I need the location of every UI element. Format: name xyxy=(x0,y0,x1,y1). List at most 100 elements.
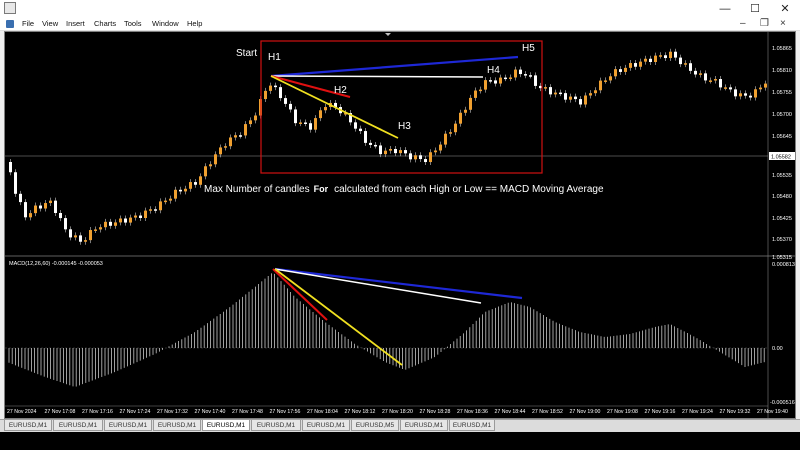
menu-insert[interactable]: Insert xyxy=(64,18,87,30)
close-button[interactable]: ✕ xyxy=(770,0,800,18)
candle xyxy=(744,93,747,96)
chart-window[interactable]: Start H1 H2 H3 H4 H5 Max Number of candl… xyxy=(4,31,796,419)
time-tick: 27 Nov 19:40 xyxy=(757,409,788,415)
menu-file[interactable]: File xyxy=(20,18,36,30)
mdi-restore-button[interactable]: ❐ xyxy=(760,18,769,29)
trendline-blue-price[interactable] xyxy=(270,55,519,78)
price-tick: 1.05425 xyxy=(772,216,792,222)
price-chart[interactable]: Start H1 H2 H3 H4 H5 Max Number of candl… xyxy=(5,32,795,418)
trendline-blue-macd[interactable] xyxy=(274,267,523,300)
candle xyxy=(524,74,527,76)
candle xyxy=(184,188,187,192)
candle xyxy=(144,210,147,218)
candle xyxy=(214,154,217,165)
candle xyxy=(134,215,137,218)
time-tick: 27 Nov 17:24 xyxy=(120,409,151,415)
h2-label: H2 xyxy=(334,85,347,96)
status-strip xyxy=(0,432,800,450)
candle xyxy=(159,201,162,211)
candle xyxy=(299,122,302,124)
chart-tab[interactable]: EURUSD,M1 xyxy=(251,420,301,431)
candle xyxy=(459,112,462,124)
caption-post: calculated from each High or Low == MACD… xyxy=(334,184,604,195)
candle xyxy=(554,92,557,95)
h5-label: H5 xyxy=(522,43,535,54)
menu-tools[interactable]: Tools xyxy=(122,18,144,30)
menu-charts[interactable]: Charts xyxy=(92,18,118,30)
candle xyxy=(544,87,547,89)
menu-bar: File View Insert Charts Tools Window Hel… xyxy=(0,18,800,31)
candle xyxy=(454,123,457,133)
candle xyxy=(614,69,617,77)
candle xyxy=(514,69,517,78)
candle xyxy=(484,80,487,90)
trendline-white-macd[interactable] xyxy=(274,268,482,304)
candle xyxy=(649,58,652,62)
trendline-white-price[interactable] xyxy=(270,75,484,78)
mdi-minimize-button[interactable]: – xyxy=(740,18,746,29)
h4-label: H4 xyxy=(487,65,500,76)
candle xyxy=(34,205,37,214)
candle xyxy=(129,217,132,223)
menu-window[interactable]: Window xyxy=(150,18,181,30)
candle xyxy=(169,198,172,201)
candle xyxy=(219,147,222,155)
caption-text: Max Number of candles For calculated from … xyxy=(204,184,604,195)
minimize-button[interactable]: — xyxy=(710,0,740,18)
time-tick: 27 Nov 17:16 xyxy=(82,409,113,415)
chart-tab[interactable]: EURUSD,M1 xyxy=(202,420,250,431)
candle xyxy=(324,107,327,111)
candle xyxy=(679,57,682,65)
title-bar: — ☐ ✕ xyxy=(0,0,800,18)
time-tick: 27 Nov 18:36 xyxy=(457,409,488,415)
candle xyxy=(509,77,512,79)
candle xyxy=(724,87,727,89)
highlight-box[interactable] xyxy=(260,40,543,174)
start-label: Start xyxy=(236,48,257,59)
chart-tab[interactable]: EURUSD,M1 xyxy=(400,420,448,431)
candle xyxy=(139,215,142,218)
candle xyxy=(274,85,277,88)
candle xyxy=(409,153,412,160)
time-tick: 27 Nov 19:16 xyxy=(645,409,676,415)
caption-for: For xyxy=(314,184,329,194)
candle xyxy=(444,133,447,145)
candle xyxy=(604,80,607,82)
candle xyxy=(739,93,742,97)
chart-tab[interactable]: EURUSD,M1 xyxy=(104,420,152,431)
price-tick: 1.05810 xyxy=(772,68,792,74)
candle xyxy=(504,77,507,80)
candle xyxy=(419,155,422,160)
chart-tab[interactable]: EURUSD,M5 xyxy=(351,420,399,431)
candle xyxy=(439,144,442,151)
app-icon xyxy=(4,2,16,14)
candle xyxy=(54,200,57,213)
time-tick: 27 Nov 17:08 xyxy=(45,409,76,415)
candle xyxy=(304,122,307,124)
menu-help[interactable]: Help xyxy=(185,18,204,30)
candle xyxy=(39,205,42,209)
chart-shift-marker[interactable] xyxy=(385,33,391,36)
candle xyxy=(749,95,752,98)
candle xyxy=(69,229,72,238)
chart-tab[interactable]: EURUSD,M1 xyxy=(4,420,52,431)
candle xyxy=(164,200,167,203)
chart-tab[interactable]: EURUSD,M1 xyxy=(153,420,201,431)
time-tick: 27 Nov 17:40 xyxy=(195,409,226,415)
candle xyxy=(709,80,712,82)
candle xyxy=(529,75,532,77)
candle xyxy=(594,90,597,94)
chart-tab[interactable]: EURUSD,M1 xyxy=(302,420,350,431)
chart-tab[interactable]: EURUSD,M1 xyxy=(449,420,495,431)
chart-tab[interactable]: EURUSD,M1 xyxy=(53,420,103,431)
candle xyxy=(19,193,22,203)
menu-view[interactable]: View xyxy=(40,18,60,30)
h1-label: H1 xyxy=(268,52,281,63)
time-tick: 27 Nov 18:44 xyxy=(495,409,526,415)
candle xyxy=(619,69,622,72)
candle xyxy=(269,85,272,91)
candle xyxy=(399,150,402,154)
candle xyxy=(759,87,762,90)
mdi-close-button[interactable]: × xyxy=(780,18,786,29)
maximize-button[interactable]: ☐ xyxy=(740,0,770,18)
